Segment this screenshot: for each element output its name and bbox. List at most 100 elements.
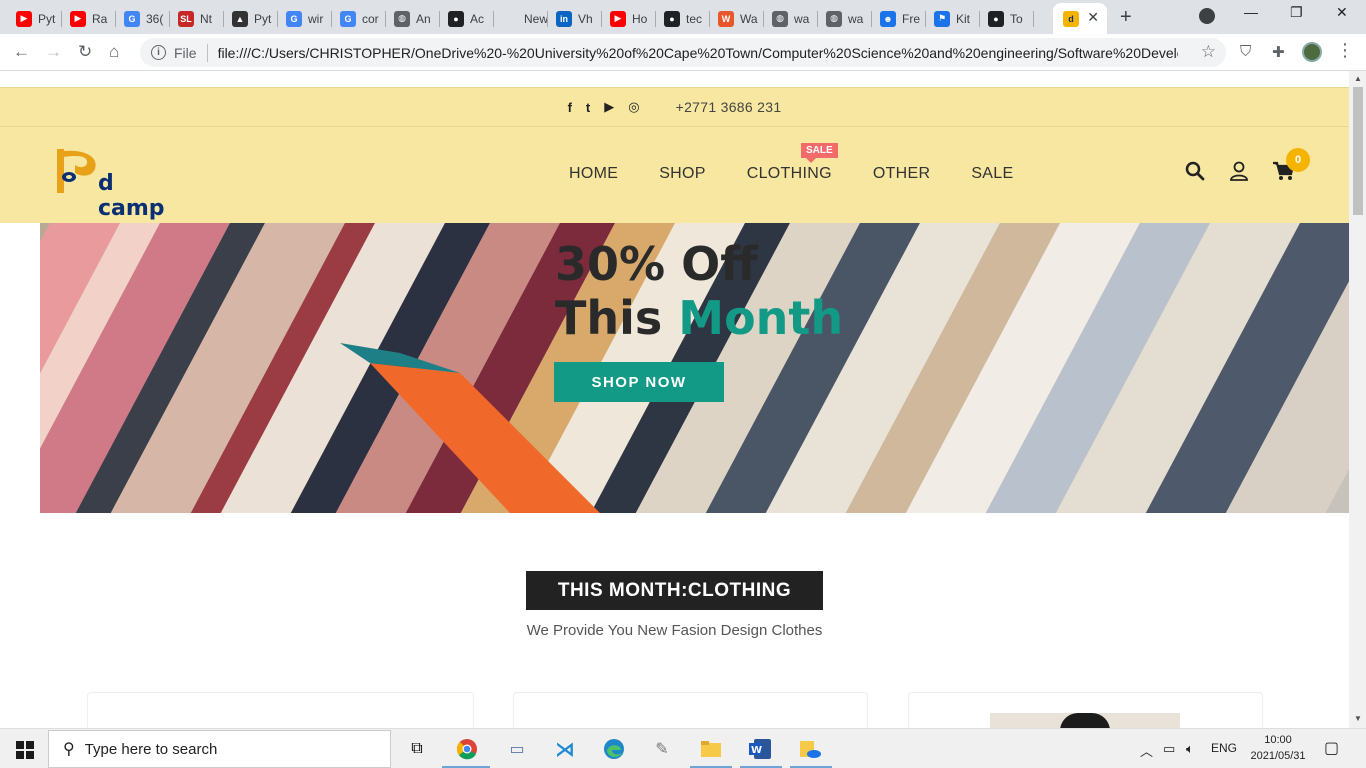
nav-sale[interactable]: SALE	[971, 165, 1013, 183]
browser-tab[interactable]: ● To	[980, 3, 1034, 34]
info-icon[interactable]: i	[151, 45, 166, 60]
browser-tab[interactable]: W Wa	[710, 3, 764, 34]
bookmark-star-icon[interactable]: ☆	[1201, 42, 1216, 62]
google-favicon-icon: G	[124, 10, 140, 27]
extension-shield-icon[interactable]: ⛉	[1240, 43, 1251, 60]
browser-tab[interactable]: ● Ac	[440, 3, 494, 34]
word-icon[interactable]: W	[748, 737, 772, 761]
close-window-button[interactable]: ✕	[1336, 4, 1348, 21]
hero-line-1: 30% Off	[555, 237, 758, 291]
browser-tab-label: Wa	[740, 11, 758, 26]
minimize-button[interactable]: —	[1244, 4, 1258, 20]
model-silhouette	[1060, 713, 1110, 728]
show-hidden-icons[interactable]: ︿	[1140, 741, 1153, 760]
scroll-down-icon[interactable]: ▼	[1354, 714, 1362, 723]
browser-tab[interactable]: ▶ Pyt	[8, 3, 62, 34]
vscode-icon[interactable]: ⋊	[553, 737, 577, 761]
browser-tab[interactable]: ▶ Ra	[62, 3, 116, 34]
browser-tab[interactable]: ◍ wa	[818, 3, 872, 34]
hero-line-2-a: This	[555, 291, 679, 345]
scrollbar-thumb[interactable]	[1353, 87, 1363, 215]
browser-tab[interactable]: ◍ wa	[764, 3, 818, 34]
browser-tab[interactable]: ◍ An	[386, 3, 440, 34]
main-nav: HOME SHOP CLOTHING OTHER SALE	[569, 165, 1013, 183]
taskbar-search-placeholder: Type here to search	[84, 740, 218, 758]
browser-tab-label: Nt	[200, 11, 212, 26]
extensions-puzzle-icon[interactable]: ✚	[1272, 43, 1285, 61]
browser-tab[interactable]: ⚑ Kit	[926, 3, 980, 34]
shop-now-button[interactable]: SHOP NOW	[554, 362, 724, 402]
windows-taskbar: ⚲ Type here to search ⧉ ▭ ⋊ ✎ W ︿ ▭ 🔈︎ E…	[0, 728, 1366, 768]
none-favicon-icon	[502, 10, 518, 27]
svg-text:W: W	[751, 745, 762, 756]
tab-search-icon[interactable]	[1199, 8, 1215, 24]
nav-other[interactable]: OTHER	[873, 165, 931, 183]
hero-line-2: This Month	[555, 291, 843, 345]
back-button[interactable]: ←	[13, 42, 30, 62]
battery-icon[interactable]: ▭	[1163, 741, 1175, 757]
nav-clothing[interactable]: CLOTHING	[747, 165, 832, 183]
browser-tab[interactable]: Gcor	[332, 3, 386, 34]
forward-button[interactable]: →	[45, 42, 62, 62]
browser-tab-label: wa	[794, 11, 810, 26]
browser-tab-label: New Ta	[524, 11, 548, 26]
browser-tab[interactable]: Gwir	[278, 3, 332, 34]
flag-favicon-icon: ⚑	[934, 10, 950, 27]
onedrive-folder-icon[interactable]	[798, 737, 822, 761]
maximize-button[interactable]: ❐	[1290, 4, 1303, 21]
reload-button[interactable]: ↻	[78, 42, 92, 62]
scroll-up-icon[interactable]: ▲	[1354, 74, 1362, 83]
url-text[interactable]: file:///C:/Users/CHRISTOPHER/OneDrive%20…	[218, 45, 1178, 61]
hero-heading: 30% Off This Month	[555, 237, 843, 345]
browser-tab-label: Pyt	[38, 11, 56, 26]
nav-shop[interactable]: SHOP	[659, 165, 706, 183]
new-tab-button[interactable]: +	[1120, 6, 1132, 29]
file-explorer-icon[interactable]	[699, 737, 723, 761]
twitter-icon[interactable]: t	[586, 100, 590, 115]
product-card[interactable]	[87, 692, 474, 728]
task-view-icon[interactable]: ⧉	[405, 737, 429, 761]
browser-tab[interactable]: New Ta	[494, 3, 548, 34]
browser-menu-icon[interactable]: ⋮	[1336, 40, 1354, 61]
volume-icon[interactable]: 🔈︎	[1186, 741, 1194, 757]
system-clock[interactable]: 10:00 2021/05/31	[1250, 732, 1306, 764]
youtube-icon[interactable]: ▶	[604, 99, 614, 115]
home-button[interactable]: ⌂	[109, 42, 119, 62]
computer-app-icon[interactable]: ▭	[505, 737, 529, 761]
site-logo[interactable]: d camp	[55, 147, 175, 221]
browser-tab[interactable]: in Vh	[548, 3, 602, 34]
dark-favicon-icon: ▲	[232, 10, 248, 27]
browser-tab[interactable]: ▶ Ho	[602, 3, 656, 34]
nav-home[interactable]: HOME	[569, 165, 618, 183]
browser-tab[interactable]: G 36(	[116, 3, 170, 34]
cart-count-badge: 0	[1286, 148, 1310, 172]
facebook-icon[interactable]: f	[568, 100, 572, 115]
close-tab-icon[interactable]: ✕	[1087, 9, 1099, 26]
taskbar-search-box[interactable]: ⚲ Type here to search	[48, 730, 391, 768]
browser-tab[interactable]: ▲ Pyt	[224, 3, 278, 34]
user-account-icon[interactable]	[1229, 161, 1249, 181]
chrome-icon[interactable]	[455, 737, 479, 761]
notifications-icon[interactable]: ▢	[1324, 738, 1339, 758]
address-bar[interactable]: i File file:///C:/Users/CHRISTOPHER/OneD…	[140, 38, 1226, 67]
profile-avatar[interactable]	[1302, 42, 1322, 62]
product-image	[990, 713, 1180, 728]
divider	[206, 43, 208, 62]
edge-icon[interactable]	[602, 737, 626, 761]
search-icon[interactable]	[1185, 161, 1205, 181]
browser-tab-label: Vh	[578, 11, 593, 26]
instagram-icon[interactable]: ◎	[628, 99, 639, 115]
github-favicon-icon: ●	[448, 10, 464, 27]
browser-toolbar: ← → ↻ ⌂ i File file:///C:/Users/CHRISTOP…	[0, 34, 1366, 71]
browser-tab[interactable]: SL Nt	[170, 3, 224, 34]
tab-active[interactable]: d ✕	[1053, 3, 1107, 34]
pen-app-icon[interactable]: ✎	[650, 737, 674, 761]
language-indicator[interactable]: ENG	[1211, 741, 1237, 755]
browser-tab-label: An	[416, 11, 431, 26]
page-scrollbar[interactable]: ▲ ▼	[1349, 71, 1366, 728]
browser-tab-label: Fre	[902, 11, 920, 26]
browser-tab[interactable]: ☻ Fre	[872, 3, 926, 34]
browser-tab[interactable]: ● tec	[656, 3, 710, 34]
product-card[interactable]	[513, 692, 868, 728]
windows-start-icon[interactable]	[16, 741, 34, 759]
